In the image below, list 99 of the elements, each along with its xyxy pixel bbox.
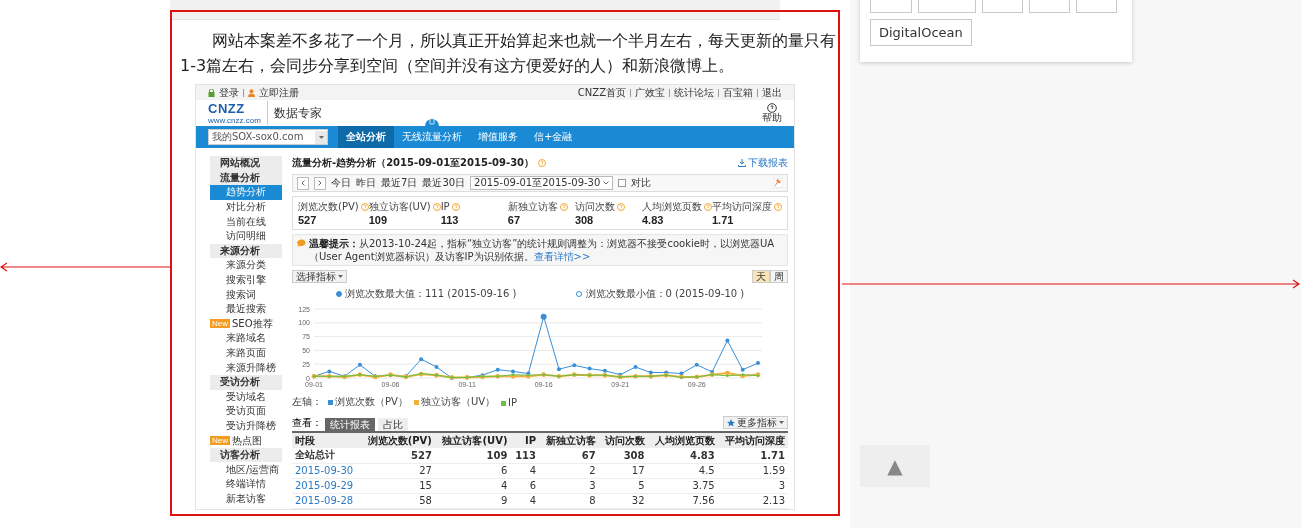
new-badge: New: [210, 319, 230, 329]
table-cell: 27: [360, 463, 435, 478]
metric-label: 独立访客(UV): [368, 200, 431, 213]
period-toggle[interactable]: 周: [770, 270, 788, 283]
table-cell: 17: [598, 463, 648, 478]
product-name: 数据专家: [273, 104, 322, 122]
report-title: 流量分析-趋势分析（2015-09-01至2015-09-30）: [292, 156, 535, 170]
metric-label: 平均访问深度: [712, 200, 772, 213]
table-cell: 113: [510, 448, 540, 463]
table-cell: 2: [539, 463, 599, 478]
metric-label: 浏览次数(PV): [298, 200, 359, 213]
table-cell: 8: [539, 493, 599, 508]
view-tab[interactable]: 占比: [378, 418, 408, 431]
view-tab[interactable]: 统计报表: [325, 418, 375, 431]
table-cell: 109: [434, 448, 511, 463]
header-link[interactable]: 退出: [762, 85, 782, 100]
header-link[interactable]: 立即注册: [259, 85, 299, 100]
table-cell: 4: [510, 463, 540, 478]
metric-value: 4.83: [642, 214, 665, 226]
table-cell: 527: [360, 448, 435, 463]
legend-label: 浏览次数（PV）: [335, 396, 408, 407]
date-range-select[interactable]: 2015-09-01至2015-09-30: [470, 176, 614, 190]
header-link[interactable]: 广效宝: [635, 85, 665, 100]
legend-label: IP: [508, 396, 518, 408]
table-cell: 15: [360, 478, 435, 493]
table-cell: 2.13: [717, 493, 788, 508]
table-cell: 7.56: [647, 493, 718, 508]
table-cell: 4.5: [647, 463, 718, 478]
table-cell: 67: [539, 448, 599, 463]
new-badge: New: [210, 436, 230, 446]
date-link[interactable]: 2015-09-28: [292, 493, 361, 508]
column-header: 平均访问深度: [717, 433, 788, 448]
table-cell: 4: [434, 478, 511, 493]
metric-label: 访问次数: [574, 200, 615, 213]
axis-label: 左轴：: [292, 395, 322, 409]
table-cell: 308: [598, 448, 648, 463]
column-header: IP: [510, 433, 540, 448]
metric-value: 109: [368, 214, 389, 226]
table-cell: 32: [598, 493, 648, 508]
metric-label: 人均浏览页数: [642, 200, 702, 213]
date-preset[interactable]: 最近30日: [422, 176, 466, 190]
metric-value: 308: [574, 214, 595, 226]
table-cell: 4: [510, 493, 540, 508]
metric-value: 67: [507, 214, 521, 226]
table-cell: 1.59: [717, 463, 788, 478]
column-header: 独立访客(UV): [434, 433, 511, 448]
nav-tab[interactable]: 全站分析: [338, 126, 394, 148]
column-header: 人均浏览页数: [647, 433, 718, 448]
table-cell: 4.83: [647, 448, 718, 463]
header-link[interactable]: 登录: [219, 85, 239, 100]
table-cell: 全站总计: [292, 448, 361, 463]
compare-label: 对比: [631, 176, 652, 190]
column-header: 访问次数: [598, 433, 648, 448]
site-select[interactable]: 我的SOX-sox0.com: [208, 129, 328, 145]
logo-text: CNZZ: [208, 101, 246, 116]
table-cell: 58: [360, 493, 435, 508]
header-link[interactable]: 统计论坛: [674, 85, 714, 100]
metric-value: 1.71: [712, 214, 735, 226]
header-link[interactable]: 百宝箱: [723, 85, 753, 100]
table-cell: 6: [434, 463, 511, 478]
table-cell: 3: [539, 478, 599, 493]
table-cell: 3.75: [647, 478, 718, 493]
chart-note: 浏览次数最大值：111 (2015-09-16 ): [345, 288, 517, 299]
date-preset[interactable]: 今日: [331, 176, 351, 190]
nav-tab[interactable]: 信+金融: [526, 126, 581, 148]
logo-url: www.cnzz.com: [208, 116, 261, 125]
chart-note: 浏览次数最小值：0 (2015-09-10 ): [585, 288, 745, 299]
help-label[interactable]: 帮助: [762, 113, 782, 123]
sidebar-item[interactable]: 趋势分析: [210, 185, 282, 200]
sidebar-heading[interactable]: 网站概况: [210, 156, 282, 171]
date-link[interactable]: 2015-09-30: [292, 463, 361, 478]
period-toggle[interactable]: 天: [752, 270, 770, 283]
header-link[interactable]: CNZZ首页: [577, 85, 626, 100]
column-header: 浏览次数(PV): [360, 433, 435, 448]
more-metrics-button[interactable]: 更多指标: [723, 416, 788, 429]
metric-select[interactable]: 选择指标: [292, 270, 347, 283]
date-preset[interactable]: 昨日: [356, 176, 376, 190]
column-header: 时段: [292, 433, 361, 448]
table-cell: 3: [717, 478, 788, 493]
download-link[interactable]: 下载报表: [738, 156, 788, 170]
table-cell: 5: [598, 478, 648, 493]
nav-tab[interactable]: 无线流量分析: [394, 126, 470, 148]
view-label: 查看：: [292, 416, 322, 430]
details-link[interactable]: 查看详情>>: [533, 251, 591, 262]
notice-text: 温馨提示：从2013-10-24起，指标“独立访客”的统计规则调整为：浏览器不接受cookie时，以浏览器UA（User Agent浏览器标识）及访客IP为识别依据。查看详情>>: [309, 237, 776, 263]
table-cell: 1.71: [717, 448, 788, 463]
date-link[interactable]: 2015-09-29: [292, 478, 361, 493]
table-cell: 6: [510, 478, 540, 493]
metric-label: 新独立访客: [507, 200, 558, 213]
metric-label: IP: [440, 200, 450, 213]
date-preset[interactable]: 最近7日: [381, 176, 418, 190]
nav-tab[interactable]: 增值服务: [470, 126, 526, 148]
article-paragraph: 网站本案差不多花了一个月，所以真正开始算起来也就一个半月左右，每天更新的量只有1-3篇左右，会同步分享到空间（空间并没有这方便爱好的人）和新浪微博上。: [180, 30, 837, 77]
metric-value: 527: [298, 214, 318, 226]
column-header: 新独立访客: [539, 433, 599, 448]
table-cell: 9: [434, 493, 511, 508]
tag-chip[interactable]: DigitalOcean: [870, 19, 972, 46]
legend-label: 独立访客（UV）: [420, 396, 496, 407]
metric-value: 113: [440, 214, 460, 226]
